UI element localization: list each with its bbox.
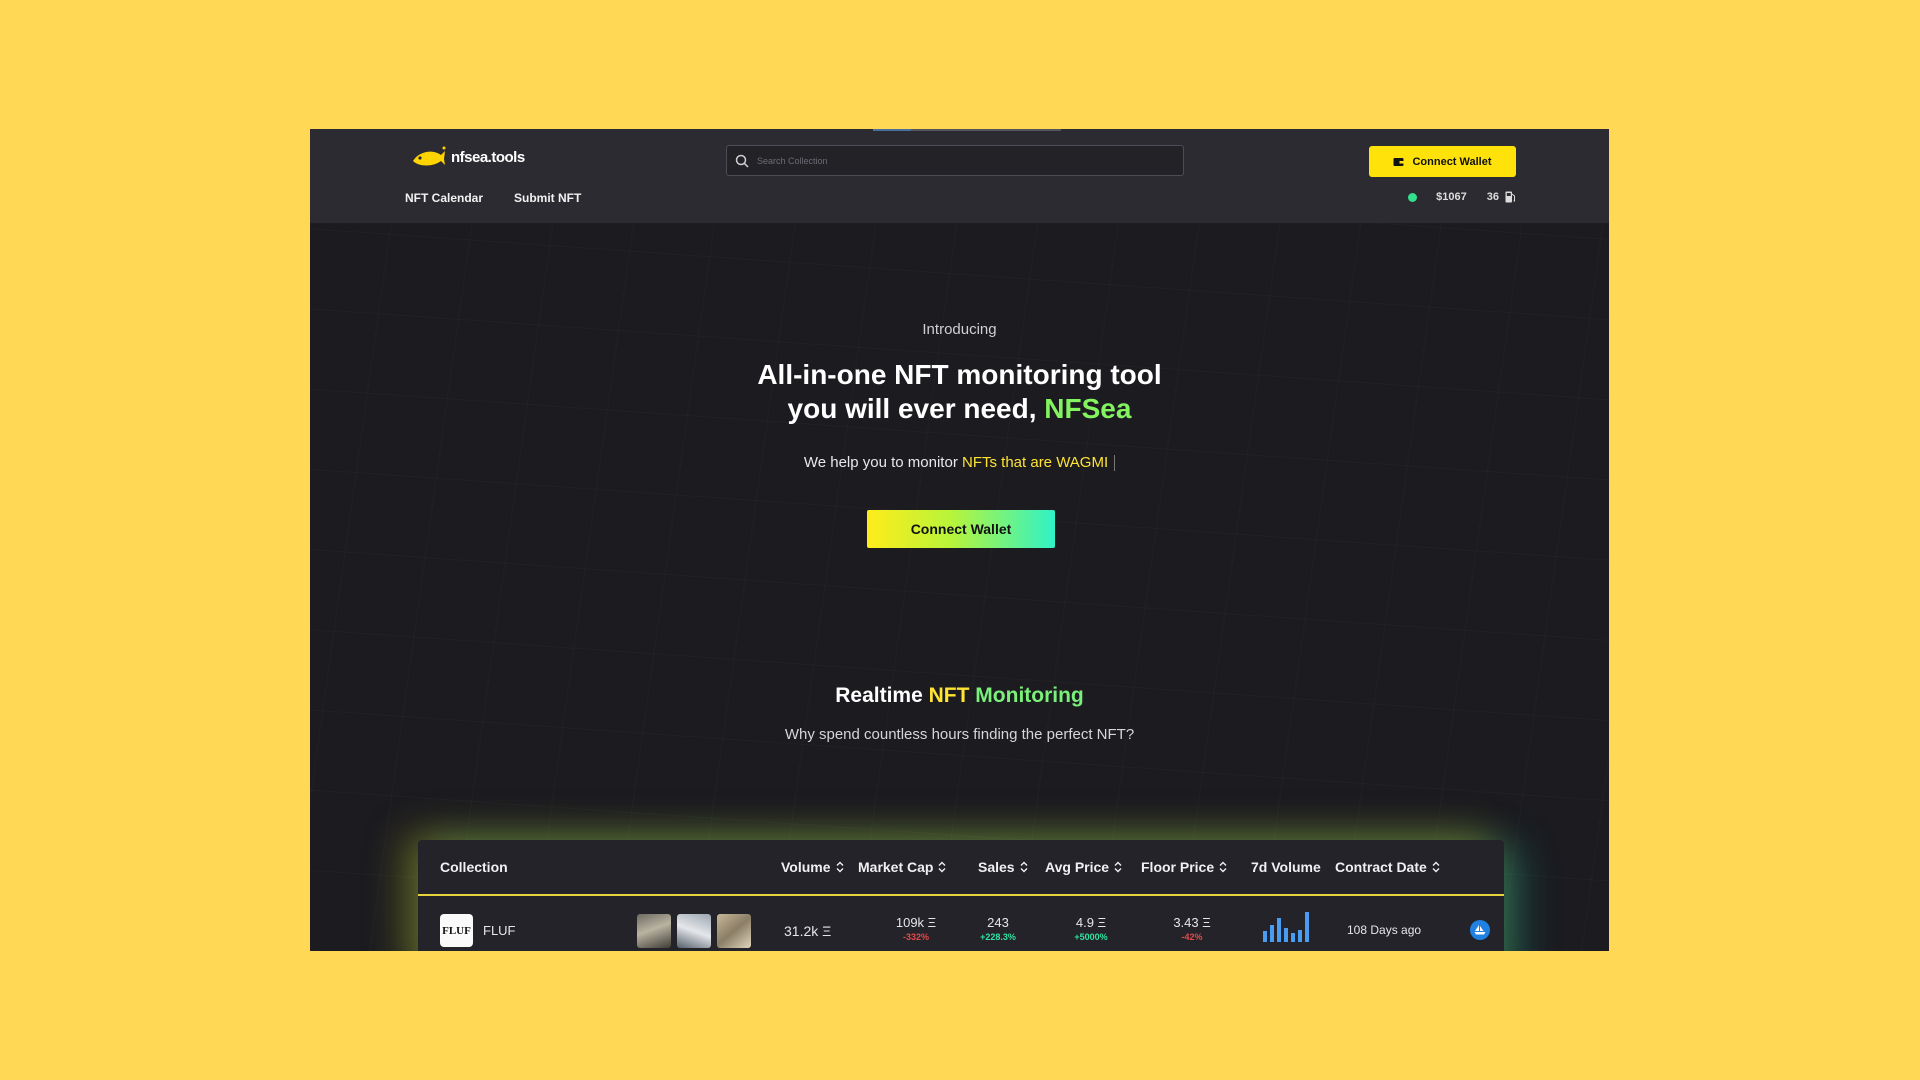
hero-subtitle: We help you to monitor NFTs that are WAG…: [310, 454, 1609, 472]
col-floor-price-label: Floor Price: [1141, 859, 1215, 875]
volume-7d-bar: [1284, 928, 1288, 942]
sort-icon: [836, 861, 844, 873]
section-title-plain: Realtime: [835, 684, 923, 707]
avg-price-value: 4.9 Ξ: [1075, 915, 1107, 930]
connect-wallet-label: Connect Wallet: [1412, 155, 1492, 168]
section-title-nft: NFT: [928, 684, 970, 707]
contract-date: 108 Days ago: [1347, 923, 1422, 937]
site-logo[interactable]: nfsea.tools: [411, 145, 525, 169]
collection-avatar: FLUF: [440, 914, 473, 947]
logo-text: nfsea.tools: [451, 148, 525, 166]
search-input[interactable]: [757, 155, 1157, 166]
headline-line-1: All-in-one NFT monitoring tool: [757, 359, 1162, 390]
col-7d-volume: 7d Volume: [1251, 859, 1321, 875]
col-market-cap[interactable]: Market Cap: [858, 859, 946, 875]
eth-price: $1067: [1436, 191, 1467, 203]
headline-line-2-text: you will ever need,: [787, 393, 1037, 424]
wallet-icon: [1393, 157, 1404, 166]
sort-icon: [1219, 861, 1227, 873]
col-contract-date-label: Contract Date: [1335, 859, 1427, 875]
volume-7d-bar: [1277, 918, 1281, 942]
headline-line-2: you will ever need, NFSea: [310, 392, 1609, 426]
hero-section: Introducing All-in-one NFT monitoring to…: [310, 223, 1609, 951]
intro-text: Introducing: [922, 321, 997, 338]
loading-indicator: [873, 129, 1061, 131]
opensea-link-icon[interactable]: [1470, 920, 1490, 940]
sort-icon: [1114, 861, 1122, 873]
market-cap-value: 109k Ξ: [895, 915, 937, 930]
nft-thumbnail[interactable]: [717, 914, 751, 948]
sales-value: 243: [987, 915, 1009, 930]
search-icon: [735, 154, 749, 168]
sales-change: +228.3%: [980, 932, 1016, 942]
collection-thumbnails: [637, 914, 751, 948]
floor-price-cell: 3.43 Ξ -42%: [1162, 915, 1222, 945]
volume-7d-bar: [1291, 933, 1295, 942]
col-collection: Collection: [440, 859, 508, 875]
gas-pump-icon: [1505, 191, 1515, 203]
section-subtitle: Why spend countless hours finding the pe…: [784, 726, 1135, 743]
subtitle-prefix: We help you to monitor: [803, 454, 958, 471]
nav-nft-calendar[interactable]: NFT Calendar: [405, 191, 483, 205]
section-title: Realtime NFT Monitoring: [310, 684, 1609, 708]
network-status: $1067 36: [1408, 191, 1516, 203]
volume-7d-bar: [1263, 931, 1267, 942]
sort-icon: [1432, 861, 1440, 873]
table-row[interactable]: FLUF FLUF 31.2k Ξ 109k Ξ -332% 243 +228.…: [418, 898, 1504, 951]
typing-caret: [1114, 455, 1116, 472]
col-7d-volume-label: 7d Volume: [1251, 859, 1321, 875]
col-contract-date[interactable]: Contract Date: [1335, 859, 1440, 875]
gas-price: 36: [1487, 191, 1516, 203]
search-bar[interactable]: [726, 145, 1184, 176]
col-avg-price-label: Avg Price: [1045, 859, 1110, 875]
subtitle-highlight: NFTs that are WAGMI: [962, 454, 1109, 471]
hero-headline: All-in-one NFT monitoring tool you will …: [310, 358, 1609, 426]
nft-thumbnail[interactable]: [677, 914, 711, 948]
table-header: Collection Volume Market Cap Sales Avg P…: [418, 840, 1504, 896]
nft-monitor-table: Collection Volume Market Cap Sales Avg P…: [418, 840, 1504, 951]
col-volume[interactable]: Volume: [781, 859, 844, 875]
fish-logo-icon: [413, 146, 446, 166]
main-nav: NFT Calendar Submit NFT: [405, 191, 581, 205]
sort-icon: [938, 861, 946, 873]
market-cap-cell: 109k Ξ -332%: [886, 915, 946, 945]
volume-7d-sparkline: [1263, 912, 1309, 942]
volume-7d-bar: [1298, 930, 1302, 942]
floor-price-value: 3.43 Ξ: [1173, 915, 1211, 930]
online-dot-icon: [1408, 192, 1418, 202]
connect-wallet-button[interactable]: Connect Wallet: [1369, 146, 1516, 177]
col-avg-price[interactable]: Avg Price: [1045, 859, 1122, 875]
col-collection-label: Collection: [440, 859, 508, 875]
headline-accent: NFSea: [1044, 393, 1132, 424]
sales-cell: 243 +228.3%: [968, 915, 1028, 945]
avg-price-change: +5000%: [1074, 932, 1108, 942]
col-volume-label: Volume: [781, 859, 831, 875]
collection-name: FLUF: [483, 923, 516, 938]
hero-connect-wallet-button[interactable]: Connect Wallet: [867, 510, 1055, 548]
market-cap-change: -332%: [902, 932, 929, 942]
sort-icon: [1020, 861, 1028, 873]
opensea-ship-icon: [1474, 925, 1486, 935]
nav-submit-nft[interactable]: Submit NFT: [514, 191, 581, 205]
volume-7d-bar: [1270, 925, 1274, 942]
volume-7d-bar: [1305, 912, 1309, 942]
col-market-cap-label: Market Cap: [858, 859, 934, 875]
col-floor-price[interactable]: Floor Price: [1141, 859, 1227, 875]
floor-price-change: -42%: [1181, 932, 1203, 942]
nft-thumbnail[interactable]: [637, 914, 671, 948]
top-navbar: nfsea.tools Connect Wallet NFT Calendar …: [310, 129, 1609, 223]
volume-value: 31.2k Ξ: [784, 923, 832, 939]
browser-window: nfsea.tools Connect Wallet NFT Calendar …: [310, 129, 1609, 951]
gas-value: 36: [1486, 191, 1499, 203]
col-sales[interactable]: Sales: [978, 859, 1028, 875]
avg-price-cell: 4.9 Ξ +5000%: [1061, 915, 1121, 945]
section-title-monitoring: Monitoring: [975, 684, 1084, 707]
col-sales-label: Sales: [978, 859, 1015, 875]
